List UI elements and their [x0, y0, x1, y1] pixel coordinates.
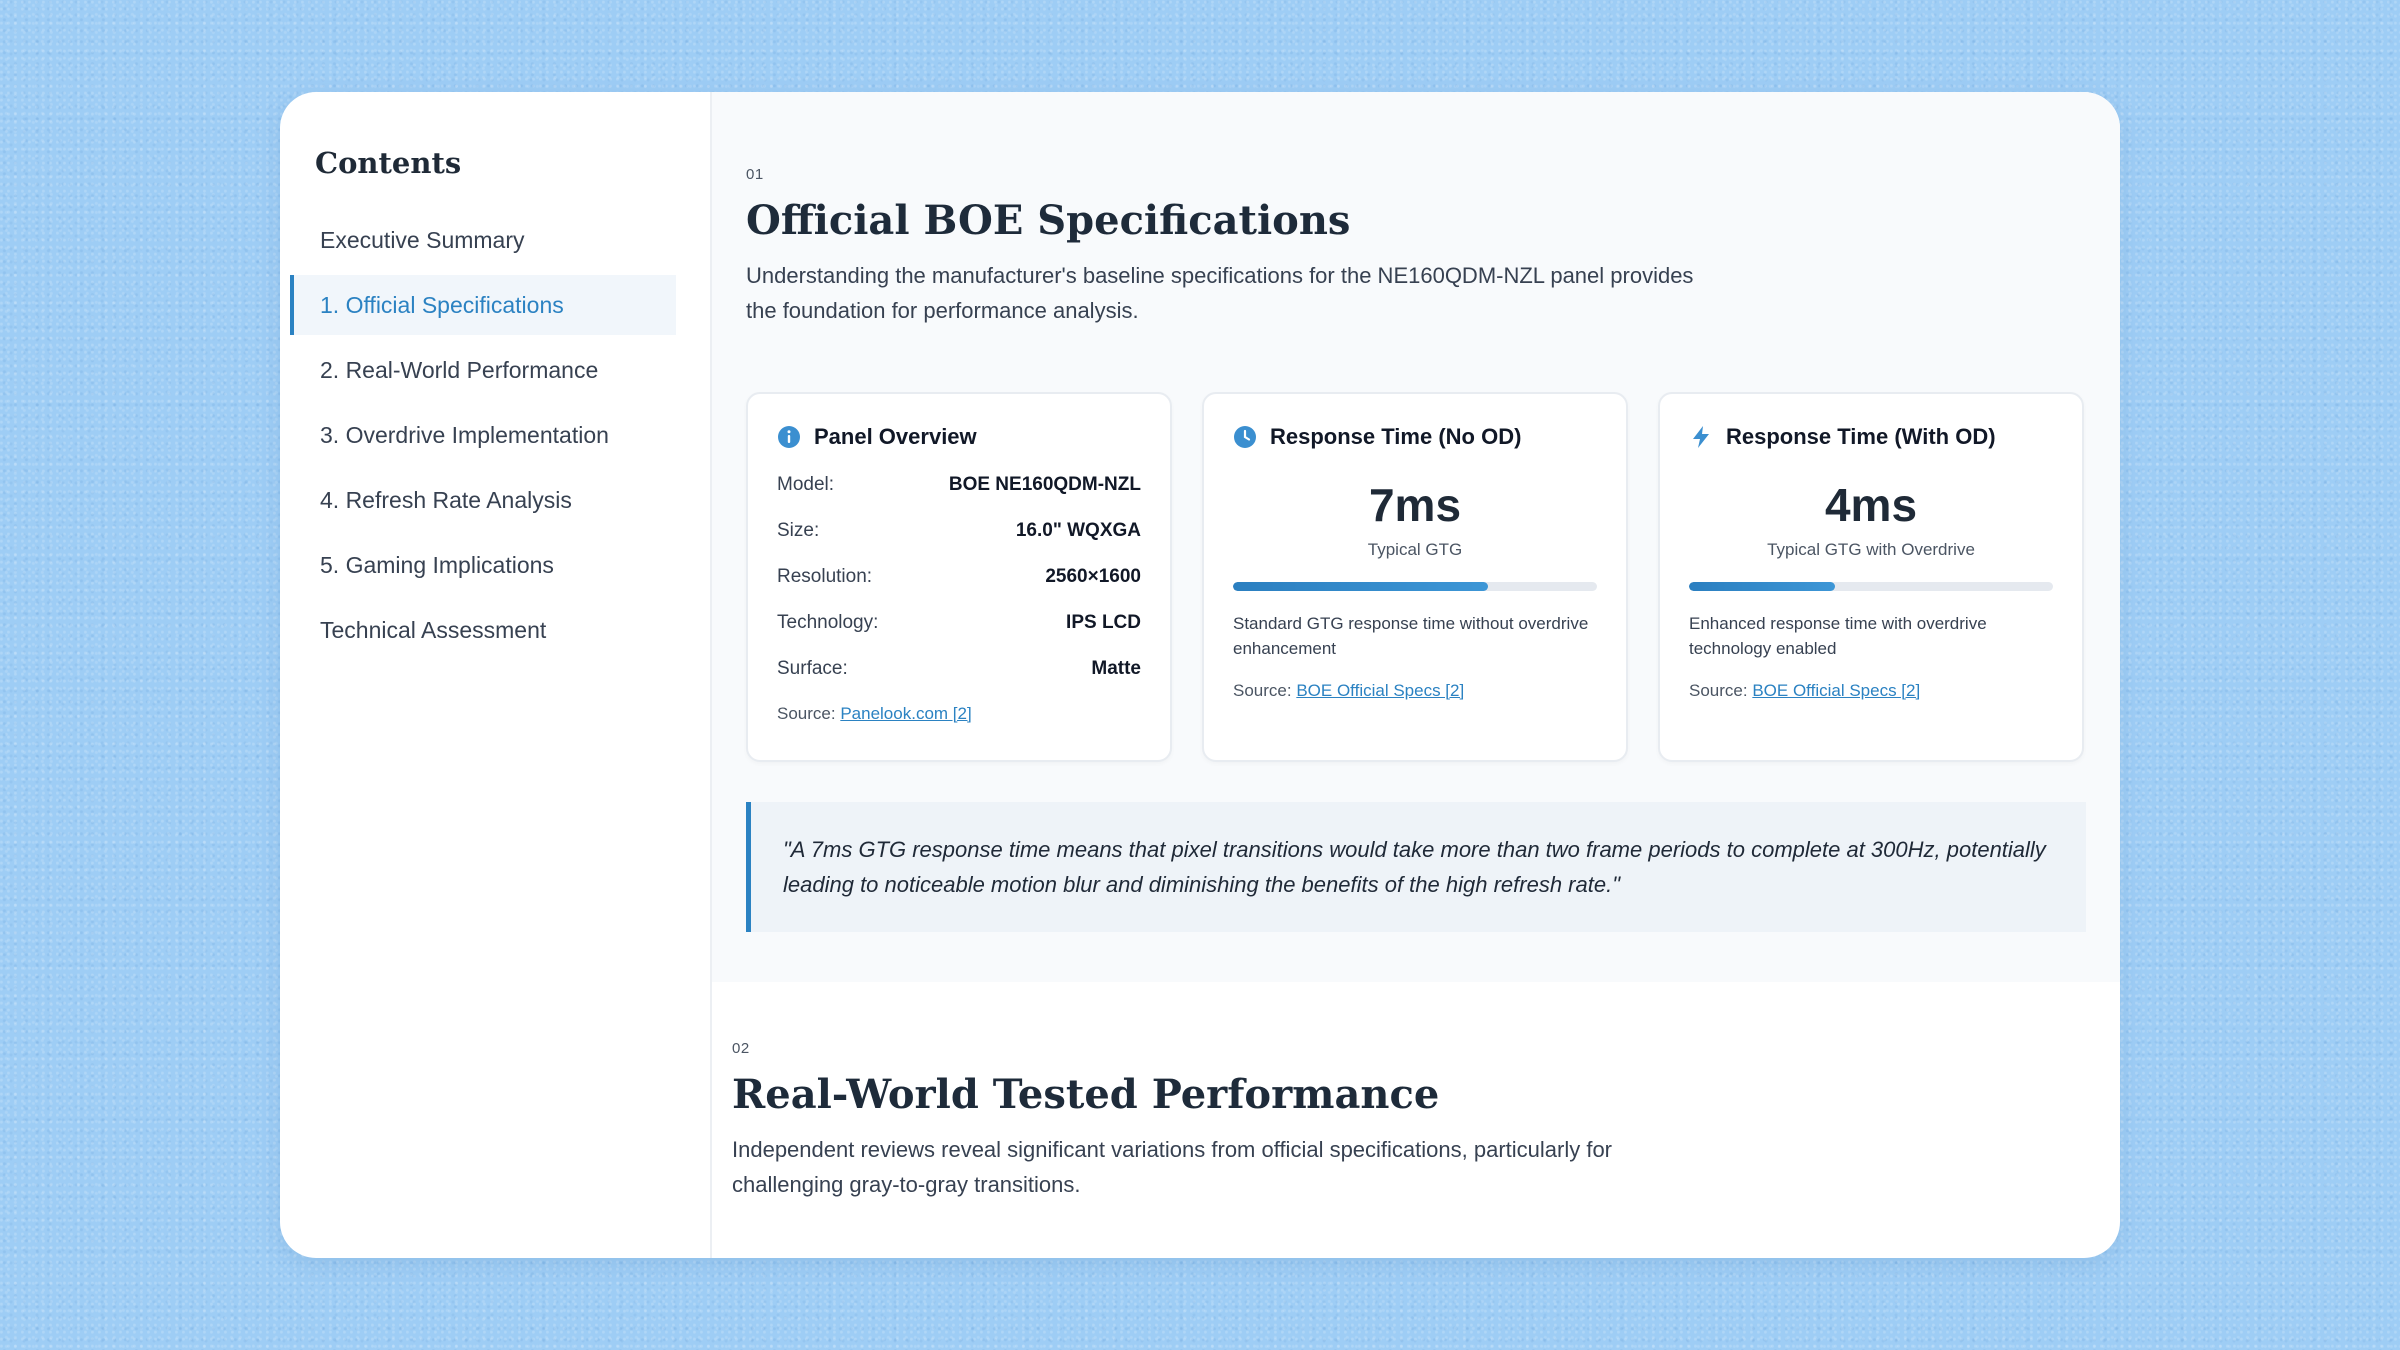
source-prefix: Source:: [1233, 681, 1292, 700]
spec-label: Size:: [777, 520, 820, 541]
section-number: 01: [746, 166, 764, 183]
source-line: Source: Panelook.com [2]: [777, 704, 1141, 724]
toc-item-technical-assessment[interactable]: Technical Assessment: [290, 600, 676, 660]
response-value: 4ms: [1824, 479, 1918, 531]
card-description: Standard GTG response time without overd…: [1233, 614, 1589, 658]
toc-item-gaming-implications[interactable]: 5. Gaming Implications: [290, 535, 676, 595]
source-link[interactable]: Panelook.com [2]: [840, 704, 971, 723]
card-title: Response Time (With OD): [1726, 424, 1996, 449]
section-title: Official BOE Specifications: [746, 197, 1351, 244]
response-subtitle: Typical GTG with Overdrive: [1767, 540, 1975, 559]
spec-value: IPS LCD: [1066, 612, 1141, 633]
response-time-with-od-card: Response Time (With OD) 4ms Typical GTG …: [1658, 392, 2084, 762]
source-link[interactable]: BOE Official Specs [2]: [1752, 681, 1920, 700]
panel-overview-card: Panel Overview Model: BOE NE160QDM-NZL S…: [746, 392, 1172, 762]
response-time-no-od-card: Response Time (No OD) 7ms Typical GTG St…: [1202, 392, 1628, 762]
section-official-specifications: 01 Official BOE Specifications Understan…: [712, 92, 2120, 982]
section-description: Understanding the manufacturer's baselin…: [746, 263, 1694, 323]
spec-row-size: Size: 16.0" WQXGA: [777, 520, 1141, 542]
response-progress-bar: [1233, 582, 1597, 591]
response-value: 7ms: [1368, 479, 1462, 531]
spec-row-model: Model: BOE NE160QDM-NZL: [777, 474, 1141, 496]
toc-item-executive-summary[interactable]: Executive Summary: [290, 210, 676, 270]
progress-fill: [1233, 582, 1488, 591]
table-of-contents: Contents Executive Summary 1. Official S…: [280, 92, 712, 1258]
card-description: Enhanced response time with overdrive te…: [1689, 614, 1987, 658]
spec-value: BOE NE160QDM-NZL: [948, 474, 1141, 495]
section-real-world-performance: 02 Real-World Tested Performance Indepen…: [712, 982, 2120, 1202]
contents-heading: Contents: [315, 146, 462, 180]
spec-row-technology: Technology: IPS LCD: [777, 612, 1141, 634]
source-link[interactable]: BOE Official Specs [2]: [1296, 681, 1464, 700]
section-number: 02: [732, 1040, 750, 1057]
response-progress-bar: [1689, 582, 2053, 591]
clock-icon: [1234, 426, 1256, 448]
card-title: Response Time (No OD): [1270, 424, 1522, 449]
card-title: Panel Overview: [814, 424, 977, 449]
source-line: Source: BOE Official Specs [2]: [1233, 681, 1597, 701]
pull-quote: "A 7ms GTG response time means that pixe…: [746, 802, 2086, 932]
card-header: Panel Overview: [777, 424, 1141, 450]
document-window: Contents Executive Summary 1. Official S…: [280, 92, 2120, 1258]
bolt-icon: [1693, 426, 1709, 448]
toc-item-refresh-rate-analysis[interactable]: 4. Refresh Rate Analysis: [290, 470, 676, 530]
spec-row-surface: Surface: Matte: [777, 658, 1141, 680]
spec-label: Model:: [777, 474, 835, 495]
section-description: Independent reviews reveal significant v…: [732, 1137, 1613, 1197]
section-title: Real-World Tested Performance: [732, 1071, 1440, 1118]
spec-value: 2560×1600: [1045, 566, 1141, 587]
spec-label: Surface:: [777, 658, 848, 679]
main-content: 01 Official BOE Specifications Understan…: [712, 92, 2120, 1258]
card-header: Response Time (With OD): [1689, 424, 2053, 450]
progress-fill: [1689, 582, 1835, 591]
card-header: Response Time (No OD): [1233, 424, 1597, 450]
info-icon: [778, 426, 800, 448]
toc-item-overdrive-implementation[interactable]: 3. Overdrive Implementation: [290, 405, 676, 465]
spec-cards: Panel Overview Model: BOE NE160QDM-NZL S…: [746, 392, 2086, 762]
source-line: Source: BOE Official Specs [2]: [1689, 681, 2053, 701]
spec-value: 16.0" WQXGA: [1015, 520, 1141, 541]
spec-label: Technology:: [777, 612, 879, 633]
spec-label: Resolution:: [777, 566, 873, 587]
spec-value: Matte: [1091, 658, 1141, 679]
toc-item-official-specifications[interactable]: 1. Official Specifications: [290, 275, 676, 335]
response-subtitle: Typical GTG: [1367, 540, 1463, 559]
toc-item-real-world-performance[interactable]: 2. Real-World Performance: [290, 340, 676, 400]
source-prefix: Source:: [777, 704, 836, 723]
spec-row-resolution: Resolution: 2560×1600: [777, 566, 1141, 588]
source-prefix: Source:: [1689, 681, 1748, 700]
